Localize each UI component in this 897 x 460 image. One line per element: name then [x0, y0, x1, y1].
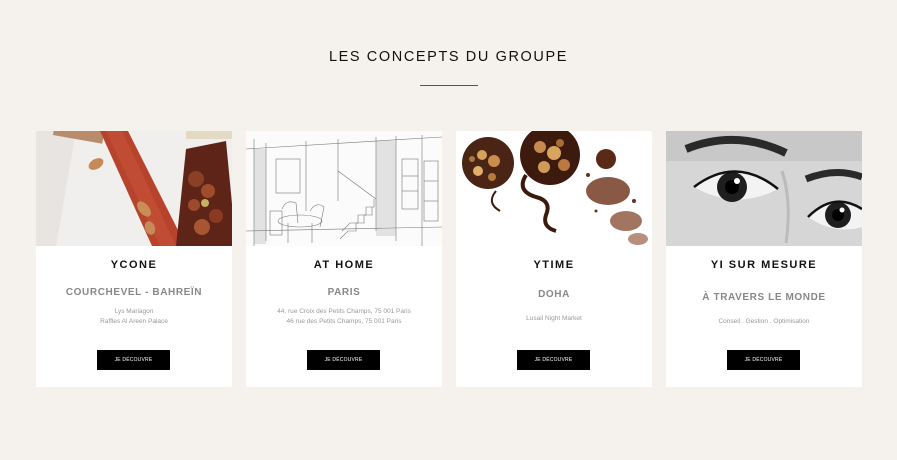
title-divider [420, 85, 478, 86]
card-title: YTIME [533, 259, 575, 271]
concept-card-ycone: YCONE COURCHEVEL - BAHREÏN Lys Mariagon … [36, 131, 232, 387]
card-detail: Lusail Night Market [526, 315, 582, 322]
card-title: AT HOME [313, 259, 375, 271]
pastry-image[interactable] [36, 131, 232, 246]
concept-card-yi-sur-mesure: YI SUR MESURE À TRAVERS LE MONDE Conseil… [666, 131, 862, 387]
card-location: À TRAVERS LE MONDE [702, 292, 826, 303]
card-location: DOHA [538, 289, 570, 300]
card-title: YI SUR MESURE [710, 259, 818, 271]
interior-sketch-image[interactable] [246, 131, 442, 246]
concept-card-at-home: AT HOME PARIS 44, rue Croix des Petits C… [246, 131, 442, 387]
card-detail: 44, rue Croix des Petits Champs, 75 001 … [277, 308, 411, 315]
concept-card-ytime: YTIME DOHA Lusail Night Market JE DÉCOUV… [456, 131, 652, 387]
card-detail: 46 rue des Petits Champs, 75 001 Paris [286, 318, 402, 325]
chocolate-image[interactable] [456, 131, 652, 246]
discover-button[interactable]: JE DÉCOUVRE [517, 350, 590, 370]
card-location: COURCHEVEL - BAHREÏN [65, 287, 203, 298]
eyes-image[interactable] [666, 131, 862, 246]
discover-button[interactable]: JE DÉCOUVRE [307, 350, 380, 370]
card-detail: Conseil . Gestion . Optimisation [718, 318, 810, 325]
section-title: LES CONCEPTS DU GROUPE [328, 49, 569, 65]
card-location: PARIS [327, 287, 361, 298]
card-detail: Raffles Al Areen Palace [100, 318, 168, 325]
card-detail: Lys Mariagon [114, 308, 154, 315]
discover-button[interactable]: JE DÉCOUVRE [97, 350, 170, 370]
card-title: YCONE [110, 259, 158, 271]
discover-button[interactable]: JE DÉCOUVRE [727, 350, 800, 370]
